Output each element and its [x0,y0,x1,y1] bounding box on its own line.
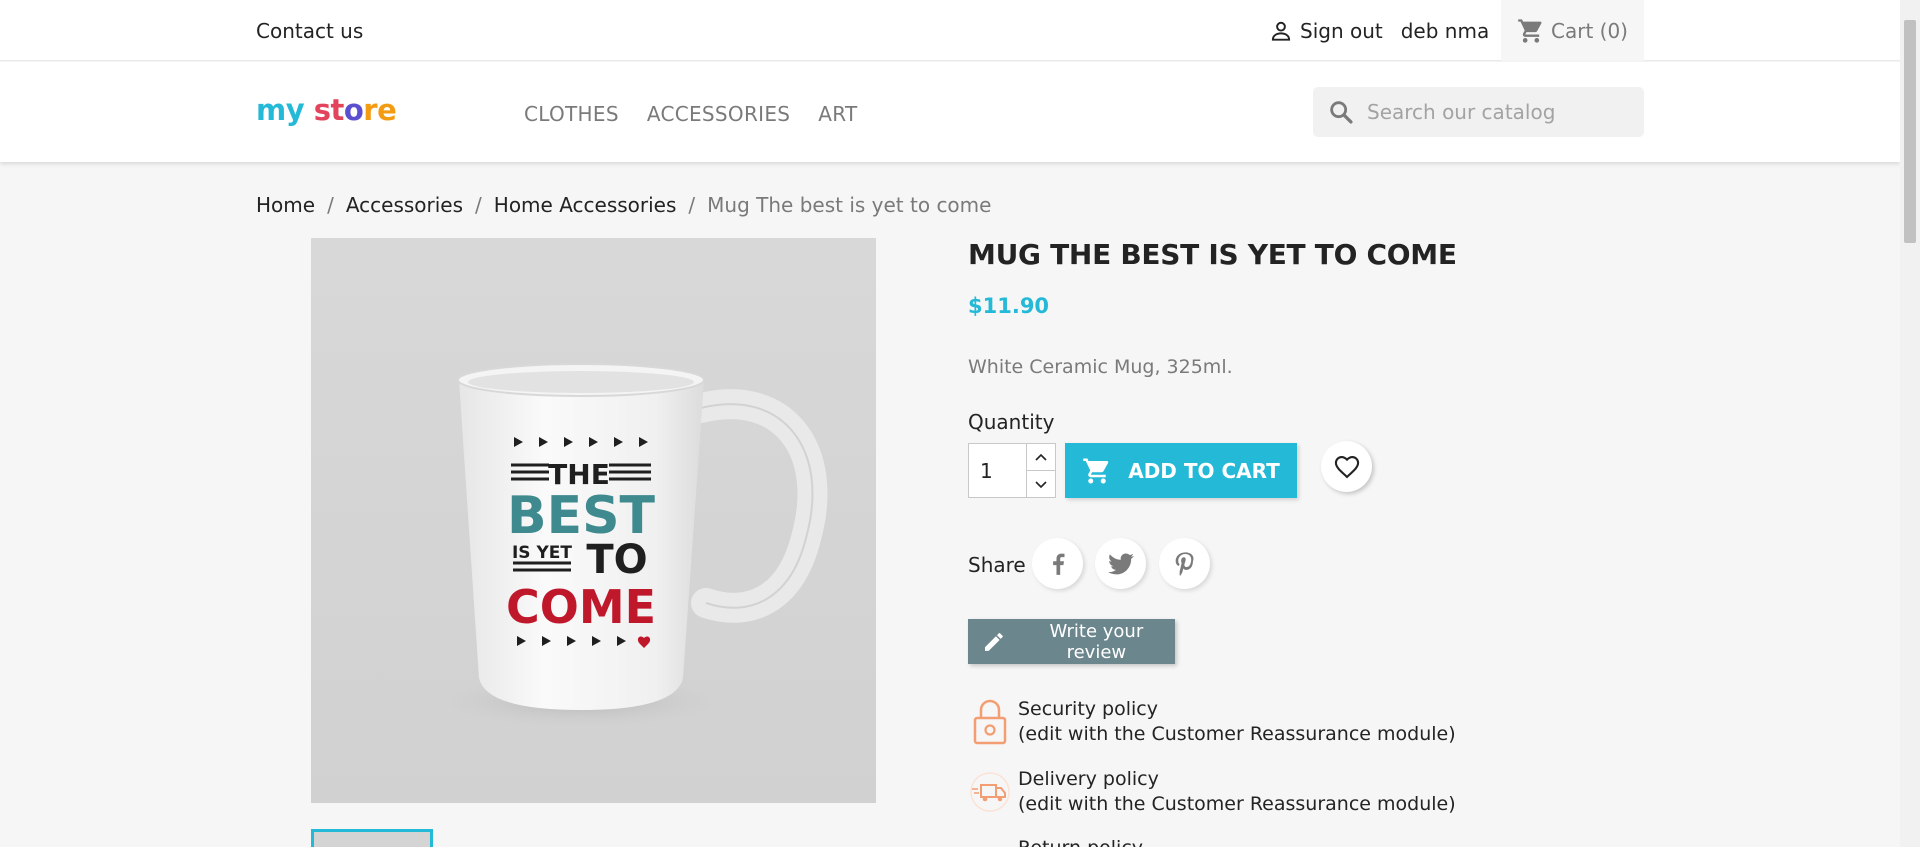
write-review-label: Write your review [1049,620,1144,663]
reassurance-delivery: Delivery policy (edit with the Customer … [968,767,1456,817]
add-to-cart-label: ADD TO CART [1128,458,1280,483]
breadcrumb: Home / Accessories / Home Accessories / … [256,193,991,217]
nav-item-accessories[interactable]: ACCESSORIES [647,102,790,126]
reassurance-delivery-title: Delivery policy [1018,768,1159,790]
top-bar: Contact us Sign out deb nma Cart (0) [0,0,1900,61]
cart-button[interactable]: Cart (0) [1501,0,1644,61]
search-input[interactable] [1367,100,1627,124]
quantity-decrease-button[interactable] [1027,471,1055,498]
product-price: $11.90 [968,294,1050,318]
twitter-icon [1107,553,1134,574]
product-cover-image[interactable]: THE BEST IS YET TO COME [311,238,876,803]
product-short-description: White Ceramic Mug, 325ml. [968,356,1233,378]
share-label: Share [968,553,1026,577]
mug-text-come: COME [506,580,656,634]
heart-icon [1334,455,1359,478]
user-icon [1271,21,1291,41]
pencil-icon [984,632,1003,651]
search-icon[interactable] [1327,98,1355,126]
return-icon [968,836,1012,847]
mug-text-to: TO [586,537,647,583]
mug-text-is-yet: IS YET [512,543,572,563]
product-thumbnail[interactable] [311,829,433,847]
mug-illustration: THE BEST IS YET TO COME [431,363,828,729]
share-pinterest-button[interactable] [1159,538,1210,589]
reassurance-security-subtitle: (edit with the Customer Reassurance modu… [1018,723,1456,745]
quantity-label: Quantity [968,410,1055,434]
facebook-icon [1052,553,1064,575]
page-scrollbar[interactable] [1900,0,1920,847]
breadcrumb-accessories[interactable]: Accessories [346,193,463,217]
product-title: MUG THE BEST IS YET TO COME [968,238,1457,271]
share-facebook-button[interactable] [1032,538,1083,589]
user-area: Sign out deb nma [1268,17,1489,45]
breadcrumb-home-accessories[interactable]: Home Accessories [494,193,677,217]
breadcrumb-separator: / [688,193,696,217]
write-review-button[interactable]: Write your review [968,619,1175,664]
header: my store CLOTHES ACCESSORIES ART [0,62,1900,162]
cart-label: Cart (0) [1551,18,1628,43]
chevron-up-icon [1035,453,1047,461]
lock-icon [968,697,1012,747]
quantity-increase-button[interactable] [1027,444,1055,471]
add-to-wishlist-button[interactable] [1321,441,1372,492]
nav-item-clothes[interactable]: CLOTHES [524,102,619,126]
add-to-cart-button[interactable]: ADD TO CART [1065,443,1297,498]
breadcrumb-separator: / [327,193,334,217]
delivery-truck-icon [968,767,1012,817]
account-name-link[interactable]: deb nma [1401,19,1489,43]
store-logo[interactable]: my store [256,93,397,127]
reassurance-security-title: Security policy [1018,698,1158,720]
cart-icon [1083,458,1109,483]
quantity-input[interactable]: 1 [968,443,1027,498]
search-box [1313,87,1644,137]
breadcrumb-current: Mug The best is yet to come [707,193,992,217]
nav-item-art[interactable]: ART [818,102,857,126]
sign-out-label: Sign out [1300,19,1383,43]
breadcrumb-home[interactable]: Home [256,193,315,217]
quantity-stepper [1027,443,1056,498]
sign-out-link[interactable]: Sign out [1268,18,1383,44]
reassurance-return-title: Return policy [1018,836,1143,847]
chevron-down-icon [1035,480,1047,488]
reassurance-delivery-subtitle: (edit with the Customer Reassurance modu… [1018,793,1456,815]
pinterest-icon [1175,551,1193,576]
reassurance-return: Return policy [968,836,1143,847]
contact-us-link[interactable]: Contact us [256,19,363,43]
cart-icon [1518,18,1542,43]
main-nav: CLOTHES ACCESSORIES ART [524,102,858,126]
scrollbar-thumb[interactable] [1904,20,1916,243]
reassurance-security: Security policy (edit with the Customer … [968,697,1456,747]
share-twitter-button[interactable] [1095,538,1146,589]
breadcrumb-separator: / [475,193,482,217]
